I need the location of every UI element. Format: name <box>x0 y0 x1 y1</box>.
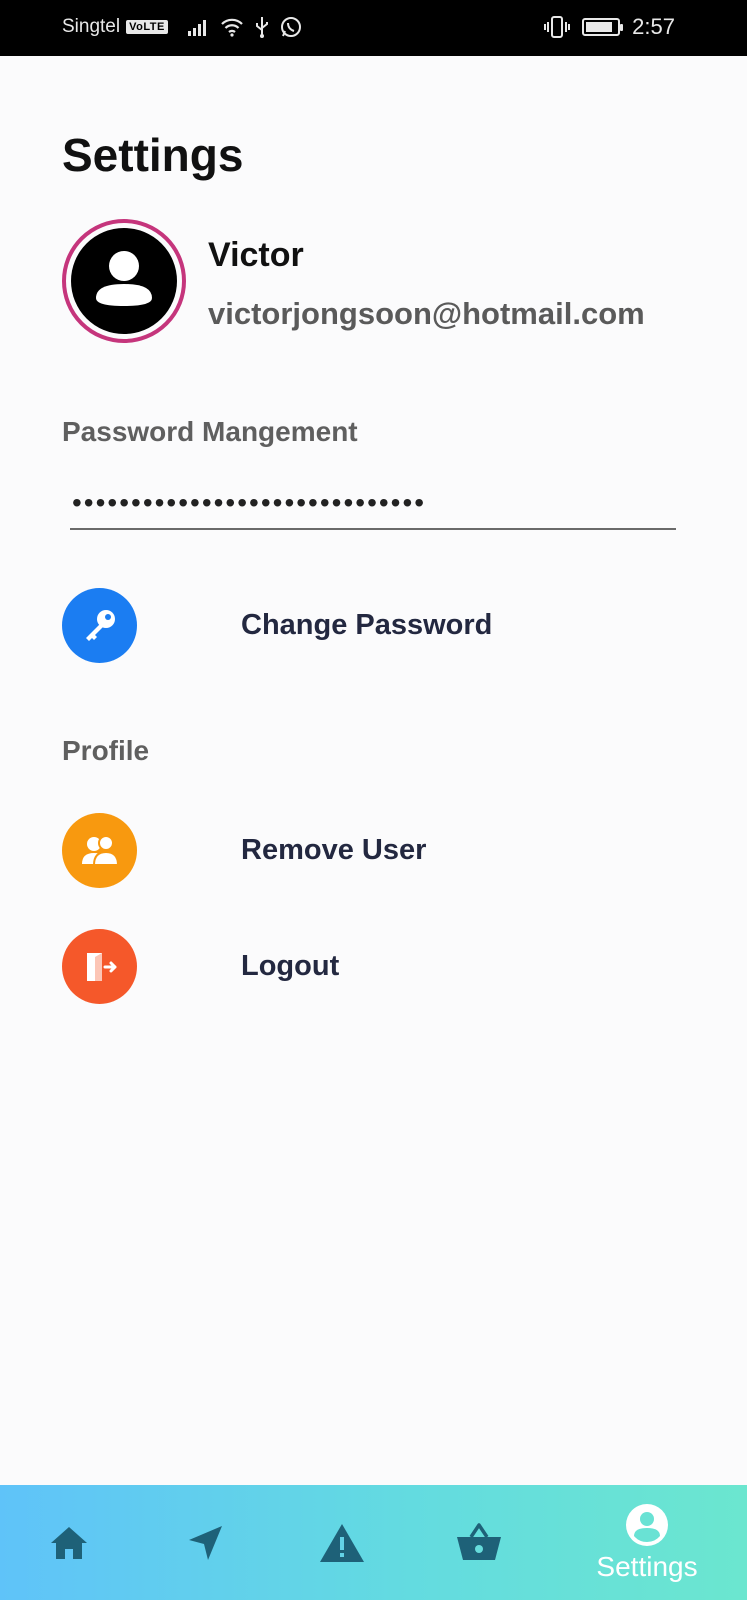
clock: 2:57 <box>632 14 675 39</box>
profile-section-label: Profile <box>62 735 150 766</box>
battery-icon <box>582 18 624 36</box>
password-section-label: Password Mangement <box>62 416 358 447</box>
password-field[interactable] <box>70 478 676 530</box>
usb-icon <box>255 17 268 38</box>
logout-icon <box>62 929 137 1004</box>
nav-basket[interactable] <box>429 1485 529 1600</box>
key-icon <box>62 588 137 663</box>
whatsapp-icon <box>280 17 301 37</box>
vibrate-icon <box>544 16 571 38</box>
logout-row[interactable]: Logout <box>62 929 339 1004</box>
page-title: Settings <box>62 129 244 181</box>
wifi-icon <box>221 18 243 37</box>
change-password-row[interactable]: Change Password <box>62 588 492 663</box>
basket-icon <box>457 1522 501 1560</box>
home-icon <box>51 1526 87 1559</box>
account-circle-icon <box>71 228 177 334</box>
battery-level <box>586 22 612 32</box>
nav-settings-label: Settings <box>596 1550 698 1582</box>
bottom-nav: Settings <box>0 1485 747 1600</box>
carrier-name: Singtel <box>62 16 121 37</box>
users-icon <box>62 813 137 888</box>
avatar[interactable] <box>62 219 186 343</box>
navigation-icon <box>189 1525 222 1560</box>
remove-user-label: Remove User <box>241 834 427 866</box>
change-password-label: Change Password <box>241 609 493 641</box>
status-bar-right: 2:57 <box>544 14 675 40</box>
nav-home[interactable] <box>19 1485 119 1600</box>
nav-navigation[interactable] <box>156 1485 256 1600</box>
logout-label: Logout <box>241 950 340 982</box>
account-icon <box>626 1503 668 1546</box>
nav-alerts[interactable] <box>292 1485 392 1600</box>
warning-icon <box>320 1523 364 1562</box>
signal-icon <box>187 20 206 36</box>
nav-settings[interactable]: Settings <box>596 1485 698 1600</box>
user-email: victorjongsoon@hotmail.com <box>208 296 645 331</box>
user-name: Victor <box>208 236 304 274</box>
status-bar-left: Singtel VoLTE <box>62 16 302 38</box>
remove-user-row[interactable]: Remove User <box>62 813 426 888</box>
status-bar: Singtel VoLTE 2:57 <box>0 0 747 56</box>
volte-badge: VoLTE <box>126 20 168 34</box>
